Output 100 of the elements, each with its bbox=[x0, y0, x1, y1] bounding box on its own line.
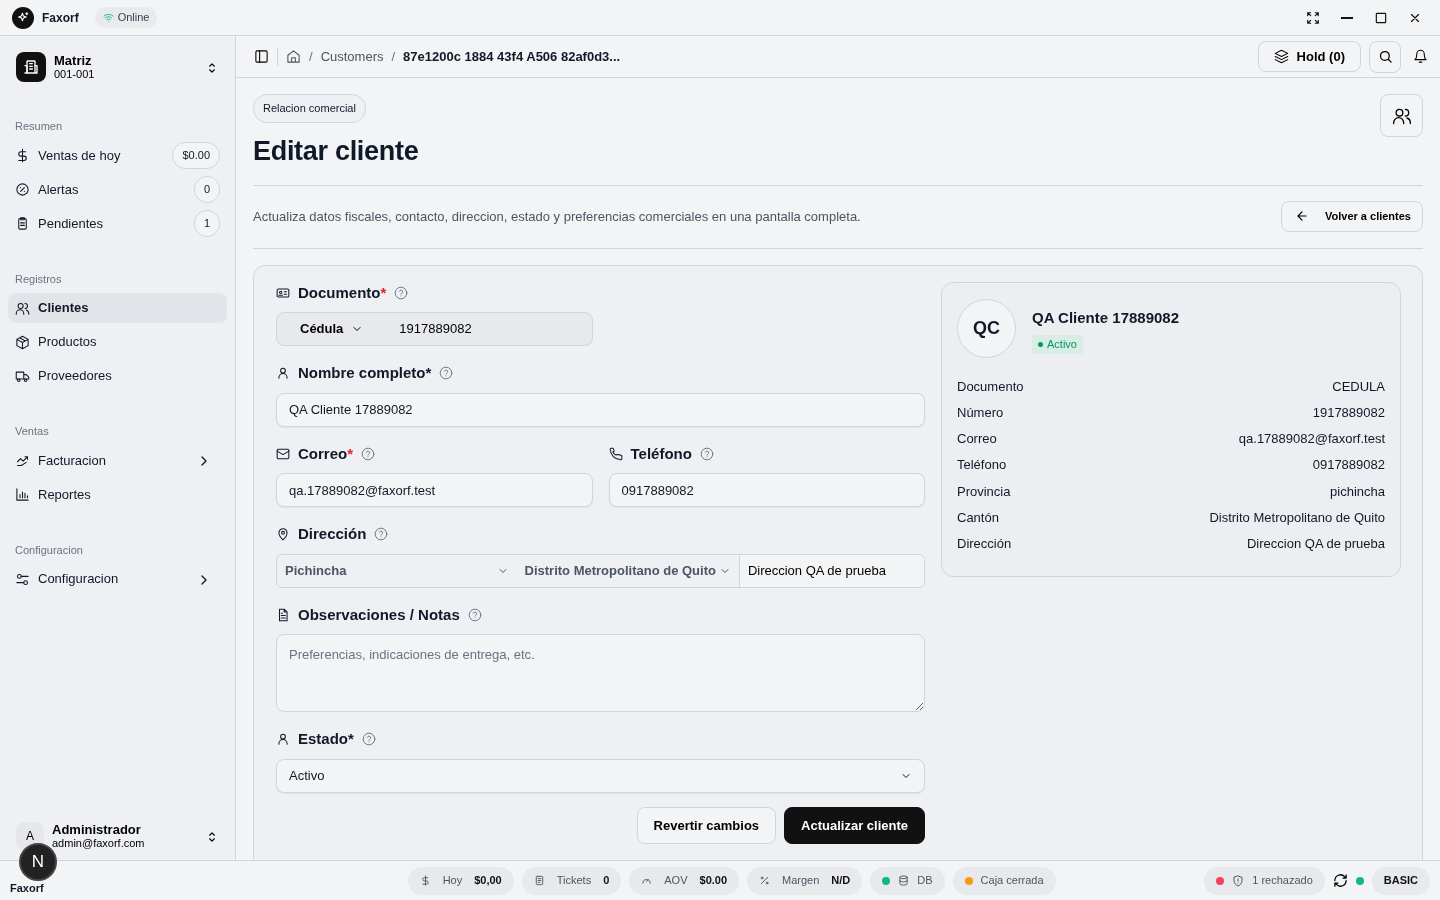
metric-pill: Hoy $0,00 bbox=[407, 866, 514, 895]
detail-label: Cantón bbox=[957, 509, 999, 527]
dollar-icon bbox=[419, 875, 431, 886]
detail-label: Dirección bbox=[957, 535, 1012, 554]
category-tag: Relacion comercial bbox=[253, 94, 366, 123]
notes-textarea[interactable]: Preferencias, indicaciones de entrega, etc. bbox=[276, 634, 925, 712]
panel-icon bbox=[254, 49, 269, 64]
detail-value: CEDULA bbox=[1332, 377, 1385, 396]
contacts-button[interactable] bbox=[1380, 94, 1423, 137]
dollar-icon bbox=[15, 148, 30, 163]
connection-status: Online bbox=[94, 7, 158, 28]
detail-label: Número bbox=[957, 403, 1004, 422]
home-icon bbox=[286, 49, 301, 64]
detail-label: Teléfono bbox=[957, 456, 1007, 475]
database-icon bbox=[898, 875, 910, 886]
submit-button[interactable]: Actualizar cliente bbox=[784, 806, 925, 844]
document-number-input[interactable]: 1917889082 bbox=[397, 318, 578, 340]
refresh-icon bbox=[1332, 873, 1348, 888]
sidebar-item[interactable]: Clientes bbox=[8, 293, 227, 323]
sidebar-item[interactable]: Productos bbox=[8, 327, 227, 357]
section-heading: Ventas bbox=[14, 424, 50, 439]
help-icon bbox=[439, 366, 454, 381]
count-badge: $0.00 bbox=[172, 142, 220, 169]
revert-button[interactable]: Revertir cambios bbox=[636, 806, 777, 844]
search-button[interactable] bbox=[1369, 40, 1401, 73]
hold-button[interactable]: Hold (0) bbox=[1257, 40, 1361, 73]
detail-value: 0917889082 bbox=[1312, 456, 1385, 475]
sidebar-item[interactable]: Configuracion bbox=[8, 564, 227, 594]
field-label: Teléfono bbox=[630, 443, 692, 464]
receipt-icon bbox=[533, 875, 545, 886]
detail-value: Distrito Metropolitano de Quito bbox=[1209, 509, 1385, 527]
id-card-icon bbox=[276, 285, 290, 300]
sidebar-item[interactable]: Proveedores bbox=[8, 361, 227, 391]
branch-switcher[interactable]: Matriz 001-001 bbox=[8, 48, 227, 86]
field-label: Nombre completo* bbox=[298, 363, 432, 383]
users-icon bbox=[15, 300, 30, 316]
section-heading: Registros bbox=[14, 271, 63, 287]
detail-label: Correo bbox=[957, 430, 997, 449]
bar-chart-icon bbox=[15, 487, 30, 502]
sync-button[interactable] bbox=[1332, 873, 1348, 888]
detail-value: 1917889082 bbox=[1312, 403, 1385, 422]
sparkle-icon bbox=[16, 11, 30, 24]
detail-value: pichincha bbox=[1330, 482, 1385, 501]
status-select[interactable]: Activo bbox=[276, 758, 925, 793]
detail-value: Direccion QA de prueba bbox=[1246, 535, 1385, 554]
sidebar-toggle[interactable] bbox=[254, 49, 269, 64]
field-label: Observaciones / Notas bbox=[298, 604, 460, 625]
back-button[interactable]: Volver a clientes bbox=[1281, 201, 1423, 232]
sidebar-item[interactable]: Pendientes 1 bbox=[8, 208, 227, 239]
status-badge: Activo bbox=[1032, 335, 1083, 354]
mail-icon bbox=[276, 446, 290, 461]
sidebar-item[interactable]: Ventas de hoy $0.00 bbox=[8, 140, 227, 171]
client-avatar: QC bbox=[957, 298, 1016, 358]
app-label: Faxorf bbox=[10, 881, 44, 897]
breadcrumb-link[interactable]: Customers bbox=[320, 46, 384, 67]
maximize-icon bbox=[1374, 10, 1388, 25]
layers-icon bbox=[1273, 49, 1289, 64]
page-description: Actualiza datos fiscales, contacto, direccion, estado y preferencias comerciales en una pantalla completa. bbox=[253, 207, 861, 226]
user-icon bbox=[276, 732, 290, 747]
metric-pill: AOV $0.00 bbox=[629, 866, 740, 895]
metric-pill: Tickets 0 bbox=[521, 866, 622, 895]
home-link[interactable] bbox=[286, 49, 301, 64]
document-icon bbox=[276, 607, 290, 622]
document-field[interactable]: Cédula 1917889082 bbox=[276, 312, 593, 346]
full-name-input[interactable]: QA Cliente 17889082 bbox=[276, 392, 925, 427]
section-heading: Configuracion bbox=[14, 542, 84, 558]
notifications-button[interactable] bbox=[1413, 49, 1428, 64]
building-icon bbox=[23, 59, 39, 75]
plan-badge: BASIC bbox=[1371, 866, 1430, 895]
detail-value: qa.17889082@faxorf.test bbox=[1238, 430, 1385, 449]
field-label: Correo* bbox=[298, 443, 354, 464]
minimize-icon bbox=[1341, 16, 1353, 19]
sidebar-item[interactable]: Facturacion bbox=[8, 445, 227, 476]
package-icon bbox=[15, 334, 30, 350]
count-badge: 1 bbox=[193, 210, 220, 237]
sliders-icon bbox=[15, 571, 30, 587]
user-icon bbox=[276, 366, 290, 381]
breadcrumb-separator: / bbox=[309, 47, 313, 66]
phone-input[interactable]: 0917889082 bbox=[608, 473, 925, 507]
percent-badge-icon bbox=[15, 182, 30, 197]
document-type-select[interactable]: Cédula bbox=[277, 319, 374, 339]
section-heading: Resumen bbox=[14, 119, 64, 134]
breadcrumb-current: 87e1200c 1884 43f4 A506 82af0d3... bbox=[403, 47, 621, 66]
field-label: Estado* bbox=[298, 729, 354, 749]
map-pin-icon bbox=[276, 527, 290, 542]
bell-icon bbox=[1413, 49, 1428, 64]
shield-icon bbox=[1232, 874, 1245, 887]
search-icon bbox=[1377, 49, 1393, 64]
email-input[interactable]: qa.17889082@faxorf.test bbox=[276, 473, 593, 507]
sidebar-item[interactable]: Alertas 0 bbox=[8, 174, 227, 205]
app-name: Faxorf bbox=[42, 9, 79, 27]
help-icon bbox=[699, 446, 714, 461]
sidebar-item[interactable]: Reportes bbox=[8, 479, 227, 510]
truck-icon bbox=[15, 368, 30, 384]
help-icon bbox=[361, 732, 376, 747]
help-icon bbox=[394, 285, 409, 300]
percent-icon bbox=[759, 875, 771, 886]
help-icon bbox=[374, 527, 389, 542]
indicator-pill: DB bbox=[870, 866, 945, 895]
phone-icon bbox=[608, 446, 623, 461]
